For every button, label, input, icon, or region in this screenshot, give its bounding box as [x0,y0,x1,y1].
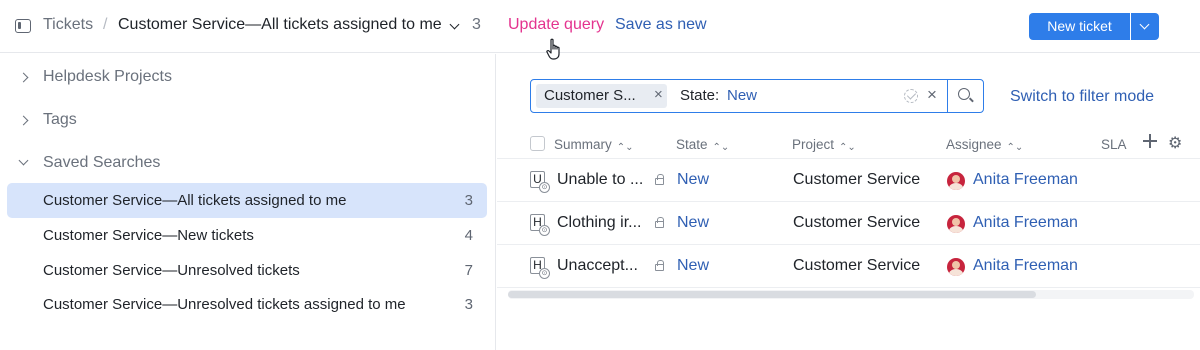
table-header: Summary ⌃⌄ State ⌃⌄ Project ⌃⌄ Assignee ⌃⌄ S… [497,130,1200,159]
ticket-type-icon: U ⊙ [530,171,550,193]
saved-search-name: Customer Service—Unresolved tickets [43,262,300,279]
section-label: Helpdesk Projects [43,68,172,85]
avatar [947,172,965,190]
lock-icon [655,174,664,185]
ticket-summary[interactable]: Unable to ... [557,171,643,189]
saved-search-count: 3 [464,192,473,209]
saved-search-name: Customer Service—All tickets assigned to… [43,192,347,209]
saved-search-item[interactable]: Customer Service—Unresolved tickets assi… [7,287,487,322]
ticket-state[interactable]: New [677,171,709,189]
breadcrumb-separator: / [103,16,108,33]
breadcrumb-tickets[interactable]: Tickets [43,16,93,34]
ticket-source-icon: ⊙ [539,268,550,279]
ticket-summary[interactable]: Clothing ir... [557,214,641,232]
hand-cursor-icon [546,38,560,60]
chevron-down-icon[interactable] [449,19,460,30]
avatar [947,258,965,276]
section-label: Saved Searches [43,154,161,171]
avatar [947,215,965,233]
saved-search-count: 4 [464,227,473,244]
saved-search-item[interactable]: Customer Service—All tickets assigned to… [7,183,487,218]
search-query-input[interactable]: Customer S... × State: New × [530,79,984,113]
save-as-new-link[interactable]: Save as new [615,16,707,34]
saved-search-item[interactable]: Customer Service—Unresolved tickets 7 [7,253,487,288]
sort-icon: ⌃⌄ [839,142,856,153]
validate-query-icon[interactable] [904,89,918,103]
current-search-title[interactable]: Customer Service—All tickets assigned to… [118,16,442,34]
saved-search-count: 3 [464,296,473,313]
table-row[interactable]: H ⊙ Clothing ir... New Customer Service A… [497,202,1200,245]
column-label: Summary [554,137,612,152]
section-label: Tags [43,111,77,128]
column-header-project[interactable]: Project ⌃⌄ [792,137,856,153]
scrollbar-thumb[interactable] [508,291,1036,298]
ticket-type-icon: H ⊙ [530,214,550,236]
column-header-sla[interactable]: SLA [1101,137,1127,152]
ticket-summary[interactable]: Unaccept... [557,257,638,275]
table-row[interactable]: U ⊙ Unable to ... New Customer Service An… [497,159,1200,202]
saved-search-count: 7 [464,262,473,279]
project-filter-chip[interactable]: Customer S... × [536,84,667,108]
query-state-key: State: [680,87,720,104]
saved-search-name: Customer Service—Unresolved tickets assi… [43,296,406,313]
ticket-source-icon: ⊙ [539,225,550,236]
ticket-source-icon: ⊙ [539,182,550,193]
sidebar-section-tags[interactable]: Tags [0,107,496,137]
column-label: State [676,137,708,152]
saved-search-item[interactable]: Customer Service—New tickets 4 [7,218,487,253]
sort-icon: ⌃⌄ [1006,142,1024,153]
remove-chip-icon[interactable]: × [654,86,663,103]
ticket-project: Customer Service [793,171,921,188]
new-ticket-button[interactable]: New ticket [1029,13,1130,40]
column-label: Assignee [946,137,1002,152]
toggle-sidebar-icon[interactable] [15,19,31,33]
ticket-assignee[interactable]: Anita Freeman [973,214,1078,232]
search-divider [947,80,948,112]
result-count: 3 [472,16,481,33]
add-column-icon[interactable] [1143,134,1157,148]
chevron-right-icon[interactable] [18,115,29,126]
saved-search-name: Customer Service—New tickets [43,227,254,244]
chevron-down-icon[interactable] [18,155,29,166]
lock-icon [655,260,664,271]
horizontal-scrollbar[interactable] [508,290,1194,299]
update-query-link[interactable]: Update query [508,16,604,34]
query-state-value[interactable]: New [727,87,757,104]
sidebar-section-saved-searches[interactable]: Saved Searches [0,150,496,180]
ticket-state[interactable]: New [677,257,709,275]
sort-icon: ⌃⌄ [712,142,730,153]
ticket-project: Customer Service [793,257,921,274]
sidebar: Helpdesk Projects Tags Saved Searches Cu… [0,54,496,350]
column-header-assignee[interactable]: Assignee ⌃⌄ [946,137,1024,153]
ticket-state[interactable]: New [677,214,709,232]
column-label: Project [792,137,835,152]
ticket-type-icon: H ⊙ [530,257,550,279]
chip-label: Customer S... [544,87,636,104]
ticket-project: Customer Service [793,214,921,231]
top-bar: Tickets / Customer Service—All tickets a… [0,0,1200,60]
ticket-assignee[interactable]: Anita Freeman [973,171,1078,189]
select-all-checkbox[interactable] [530,136,545,151]
sidebar-section-helpdesk-projects[interactable]: Helpdesk Projects [0,64,496,94]
gear-icon[interactable]: ⚙ [1168,133,1182,153]
sort-icon: ⌃⌄ [616,142,634,153]
column-header-summary[interactable]: Summary ⌃⌄ [554,137,634,153]
column-header-state[interactable]: State ⌃⌄ [676,137,730,153]
search-icon[interactable] [958,88,970,100]
table-row[interactable]: H ⊙ Unaccept... New Customer Service Anit… [497,245,1200,288]
chevron-right-icon[interactable] [18,72,29,83]
lock-icon [655,217,664,228]
ticket-assignee[interactable]: Anita Freeman [973,257,1078,275]
clear-query-icon[interactable]: × [927,85,937,105]
switch-to-filter-mode-link[interactable]: Switch to filter mode [1010,88,1154,106]
new-ticket-dropdown-button[interactable] [1131,13,1159,40]
